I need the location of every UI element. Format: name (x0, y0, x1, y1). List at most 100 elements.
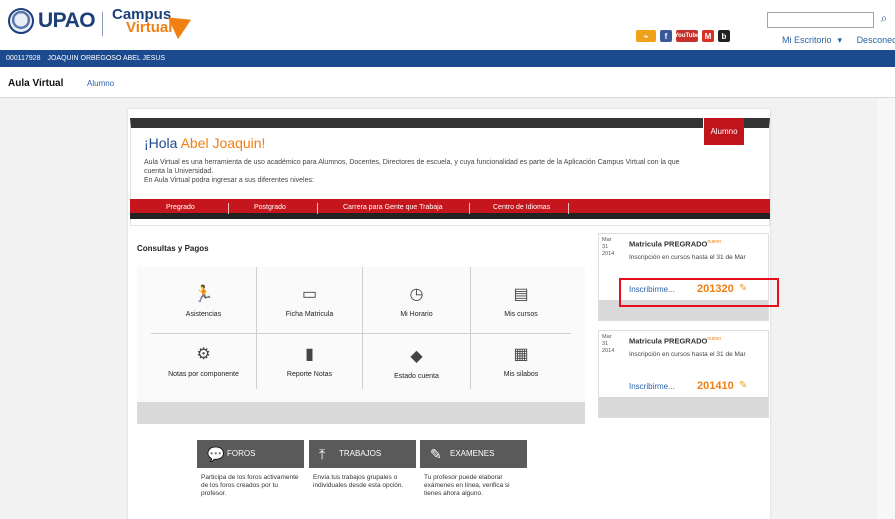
menu-divider (228, 203, 229, 214)
menu-item-gente-que-trabaja[interactable]: Carrera para Gente que Trabaja (343, 204, 443, 211)
matricula-title-text: Matricula (629, 336, 662, 346)
user-bar: 000117928 JOAQUIN ORBEGOSO ABEL JESUS (0, 50, 895, 67)
matricula-level: PREGRADO (664, 239, 708, 249)
pencil-icon[interactable]: ✎ (739, 380, 747, 391)
menu-divider (568, 203, 569, 214)
estado-cuenta-button[interactable]: ◆ Estado cuenta (363, 347, 470, 380)
matricula-title: Matricula PREGRADOnuevo (629, 336, 721, 346)
menu-divider (469, 203, 470, 214)
menu-divider (317, 203, 318, 214)
consultas-title: Consultas y Pagos (137, 244, 209, 253)
greeting-name: Abel Joaquin! (180, 135, 266, 151)
trabajos-button[interactable]: ⤒ TRABAJOS (309, 440, 416, 468)
upao-seal-icon (8, 8, 34, 34)
tag-icon: ◆ (410, 348, 423, 365)
date-year: 2014 (602, 348, 615, 354)
matricula-title-text: Matricula (629, 239, 662, 249)
gmail-icon[interactable]: M (702, 30, 714, 42)
date-month: Mar (602, 334, 612, 340)
mis-cursos-label: Mis cursos (504, 311, 538, 318)
search-icon[interactable]: ⌕ (877, 11, 891, 25)
top-header: UPAO Campus Virtual ⌁ f YouTube M b ⌕ Mi… (0, 0, 895, 50)
date-year: 2014 (602, 251, 615, 257)
mi-escritorio-label: Mi Escritorio (782, 35, 832, 45)
mi-horario-label: Mi Horario (400, 311, 433, 318)
matricula-date: Mar 31 2014 (602, 237, 620, 258)
role-badge: Alumno (703, 118, 744, 145)
foros-button[interactable]: 💬 FOROS (197, 440, 304, 468)
examenes-description: Tu profesor puede elaborar exámenes en l… (424, 474, 510, 497)
new-badge: nuevo (707, 239, 721, 245)
notas-componente-button[interactable]: ⚙ Notas por componente (151, 345, 256, 378)
estado-cuenta-label: Estado cuenta (394, 373, 439, 380)
document-icon: ▮ (305, 346, 314, 363)
blog-icon[interactable]: b (718, 30, 730, 42)
matricula-text: Inscripción en cursos hasta el 31 de Mar (629, 351, 746, 358)
chevron-down-icon: ▾ (837, 35, 843, 45)
matricula-date: Mar 31 2014 (602, 334, 620, 355)
upload-icon: ⤒ (319, 446, 326, 462)
edit-icon: ✎ (430, 446, 442, 462)
menu-item-pregrado[interactable]: Pregrado (166, 204, 195, 211)
facebook-icon[interactable]: f (660, 30, 672, 42)
desconectar-link[interactable]: Desconectar (857, 35, 895, 45)
examenes-label: EXAMENES (450, 449, 495, 458)
date-month: Mar (602, 237, 612, 243)
asistencias-button[interactable]: 🏃 Asistencias (151, 285, 256, 318)
running-person-icon: 🏃 (193, 286, 214, 303)
date-day: 31 (602, 341, 609, 347)
mis-cursos-button[interactable]: ▤ Mis cursos (471, 285, 571, 318)
mis-silabos-button[interactable]: ▦ Mis silabos (471, 345, 571, 378)
notas-componente-label: Notas por componente (168, 371, 239, 378)
chat-bubble-icon: 💬 (207, 446, 225, 462)
mi-horario-button[interactable]: ◷ Mi Horario (363, 285, 470, 318)
foros-description: Participa de los foros activamente de lo… (201, 474, 299, 497)
syllabus-icon: ▦ (513, 346, 529, 363)
examenes-button[interactable]: ✎ EXAMENES (420, 440, 527, 468)
aula-bar: Aula Virtual Alumno (0, 67, 895, 98)
campus-virtual-logo[interactable]: Campus Virtual (112, 7, 173, 36)
youtube-icon[interactable]: YouTube (675, 30, 699, 42)
highlight-box (619, 278, 779, 307)
rss-icon[interactable]: ⌁ (636, 30, 656, 42)
page-title: Aula Virtual (8, 78, 64, 89)
level-menu: Pregrado Postgrado Carrera para Gente qu… (130, 199, 770, 219)
welcome-description: Aula Virtual es una herramienta de uso a… (144, 158, 684, 185)
consultas-footer (137, 402, 585, 424)
greeting-prefix: ¡Hola (144, 135, 178, 151)
folder-icon: ▭ (301, 286, 318, 303)
top-links: Mi Escritorio ▾ Desconectar (782, 35, 895, 46)
social-links: ⌁ f YouTube M b (636, 30, 730, 42)
notebook-icon: ▤ (513, 286, 529, 303)
matricula-code[interactable]: 201410 (697, 380, 734, 392)
asistencias-label: Asistencias (185, 311, 222, 318)
matricula-title: Matricula PREGRADOnuevo (629, 239, 721, 249)
foros-label: FOROS (227, 449, 256, 458)
matricula-level: PREGRADO (664, 336, 708, 346)
welcome-desc-1: Aula Virtual es una herramienta de uso a… (144, 159, 680, 175)
ficha-matricula-label: Ficha Matricula (285, 311, 334, 318)
logo-divider (102, 12, 103, 36)
menu-item-centro-idiomas[interactable]: Centro de Idiomas (493, 204, 550, 211)
mi-escritorio-link[interactable]: Mi Escritorio ▾ (782, 35, 848, 45)
clock-icon: ◷ (409, 286, 424, 303)
grid-divider (151, 333, 571, 334)
new-badge: nuevo (707, 336, 721, 342)
ficha-matricula-button[interactable]: ▭ Ficha Matricula (257, 285, 362, 318)
tab-alumno[interactable]: Alumno (87, 79, 114, 88)
menu-item-postgrado[interactable]: Postgrado (254, 204, 286, 211)
matricula-card: Mar 31 2014 Matricula PREGRADOnuevo Insc… (598, 330, 769, 418)
date-day: 31 (602, 244, 609, 250)
welcome-desc-2: En Aula Virtual podra ingresar a sus dif… (144, 177, 314, 184)
greeting: ¡Hola Abel Joaquin! (144, 135, 265, 151)
consultas-grid: 🏃 Asistencias ▭ Ficha Matricula ◷ Mi Hor… (137, 267, 585, 422)
reporte-notas-label: Reporte Notas (286, 371, 333, 378)
right-gutter (877, 98, 895, 519)
matricula-card: Mar 31 2014 Matricula PREGRADOnuevo Insc… (598, 233, 769, 321)
search-input[interactable] (767, 12, 874, 28)
campus-virtual-logo-line2: Virtual (126, 19, 173, 36)
trabajos-description: Envía tus trabajos grupales o individual… (313, 474, 404, 489)
upao-logo[interactable]: UPAO (8, 8, 96, 34)
inscribirme-link[interactable]: Inscribirme... (629, 382, 675, 391)
reporte-notas-button[interactable]: ▮ Reporte Notas (257, 345, 362, 378)
